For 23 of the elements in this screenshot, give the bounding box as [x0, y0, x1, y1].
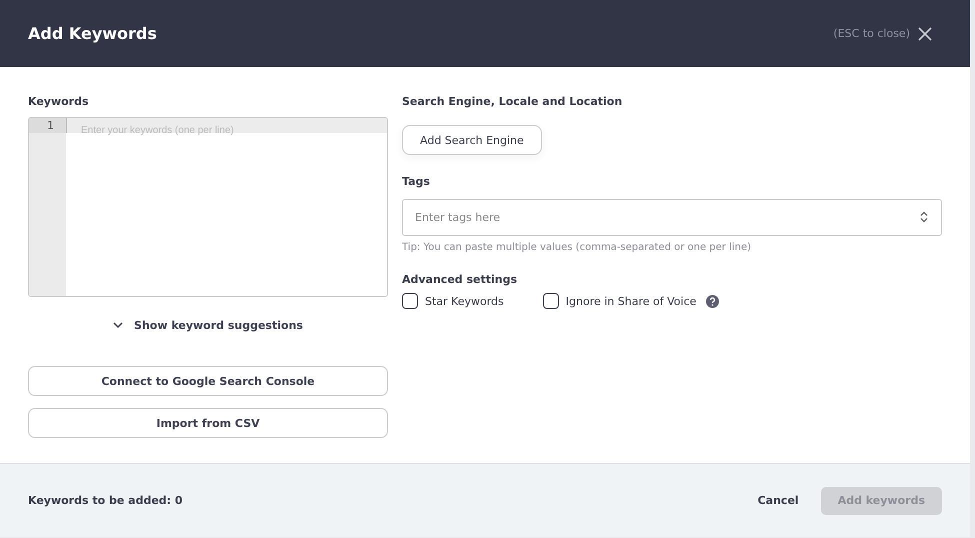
- chevron-icon: [113, 322, 124, 329]
- field-label: Keywords: [28, 95, 90, 108]
- close-hint: (ESC to close): [833, 27, 910, 40]
- checkbox[interactable]: [542, 293, 559, 309]
- suggestions-toggle[interactable]: Show keyword suggestions: [111, 317, 305, 334]
- add-engine-button[interactable]: Add Search Engine: [402, 125, 542, 155]
- import-button[interactable]: Connect to Google Search Console: [28, 366, 388, 396]
- cancel-button[interactable]: Cancel: [754, 490, 803, 511]
- import-button[interactable]: Import from CSV: [28, 408, 388, 438]
- checkbox-label: Ignore in Share of Voice: [566, 294, 696, 308]
- checkbox[interactable]: [402, 293, 418, 309]
- help-icon[interactable]: [706, 294, 720, 308]
- sort-icon: [920, 211, 928, 223]
- close-icon[interactable]: [918, 26, 932, 40]
- line-number: 1: [29, 118, 66, 133]
- keyword-count: Keywords to be added: 0: [28, 494, 183, 507]
- window-title: Add Keywords: [28, 24, 157, 43]
- tags-field[interactable]: Enter tags here: [402, 199, 942, 236]
- field-label: Advanced settings: [402, 273, 518, 286]
- field-label: Search Engine, Locale and Location: [402, 95, 622, 108]
- checkbox-label: Star Keywords: [425, 294, 504, 308]
- field-label: Tags: [402, 175, 430, 188]
- tip-text: Tip: You can paste multiple values (comma-separated or one per line): [402, 242, 752, 253]
